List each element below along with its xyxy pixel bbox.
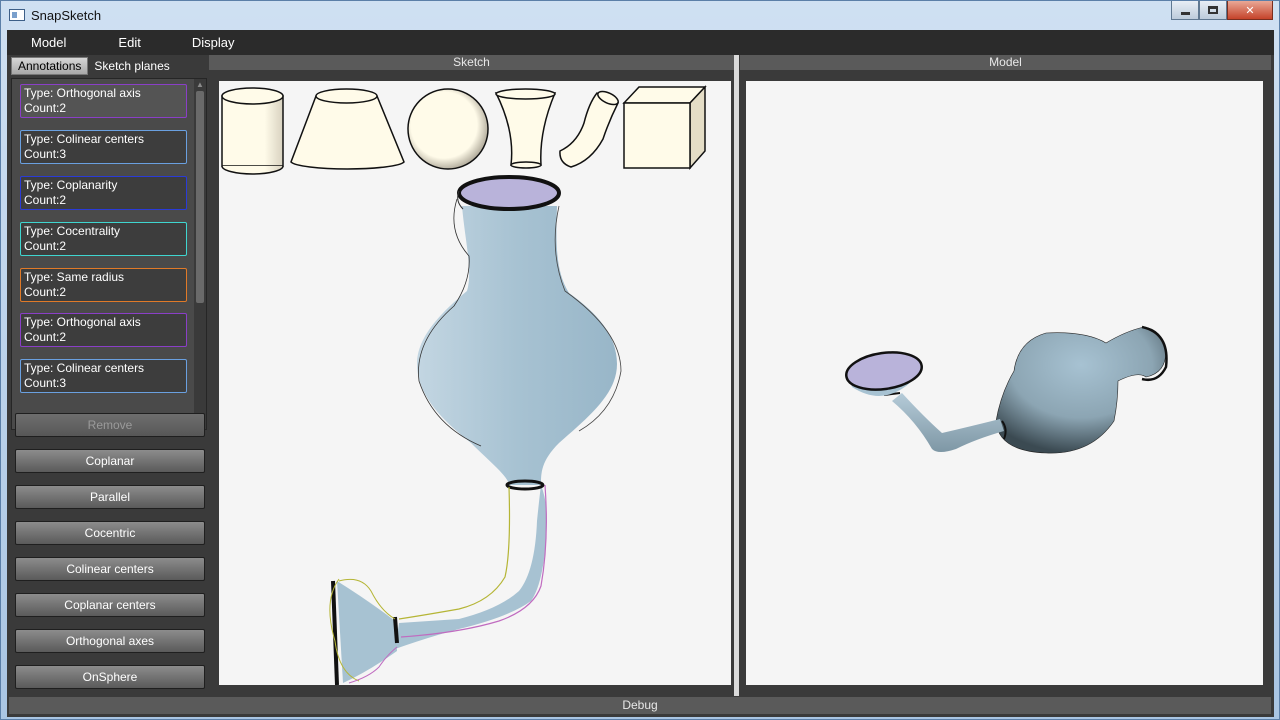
annotation-type: Type: Colinear centers — [24, 361, 145, 375]
annotation-count: Count:2 — [24, 330, 67, 344]
annotation-item[interactable]: Type: Colinear centers Count:3 — [20, 359, 187, 393]
model-shape[interactable] — [844, 325, 1168, 454]
annotation-item[interactable]: Type: Orthogonal axis Count:2 — [20, 313, 187, 347]
debug-bar[interactable]: Debug — [9, 697, 1271, 714]
app-window: SnapSketch ✕ Model Edit Display Annotati… — [0, 0, 1280, 720]
annotation-item[interactable]: Type: Coplanarity Count:2 — [20, 176, 187, 210]
annotation-count: Count:3 — [24, 147, 67, 161]
annotation-type: Type: Coplanarity — [24, 178, 118, 192]
annotation-count: Count:2 — [24, 285, 67, 299]
sketch-panel-header: Sketch — [209, 55, 734, 70]
model-panel-header: Model — [740, 55, 1271, 70]
annotation-item[interactable]: Type: Cocentrality Count:2 — [20, 222, 187, 256]
menu-edit[interactable]: Edit — [86, 35, 158, 50]
menu-model[interactable]: Model — [7, 35, 86, 50]
maximize-icon — [1208, 6, 1218, 14]
close-icon: ✕ — [1245, 4, 1255, 17]
sketch-svg — [221, 85, 707, 686]
annotation-item[interactable]: Type: Colinear centers Count:3 — [20, 130, 187, 164]
annotation-type: Type: Colinear centers — [24, 132, 145, 146]
cocentric-button[interactable]: Cocentric — [15, 521, 205, 545]
scroll-thumb[interactable] — [196, 91, 204, 303]
title-bar[interactable]: SnapSketch ✕ — [1, 1, 1279, 29]
window-title: SnapSketch — [31, 7, 102, 23]
scroll-up-icon[interactable]: ▲ — [194, 79, 206, 91]
bent-tube-icon[interactable] — [559, 89, 620, 168]
menu-bar: Model Edit Display — [7, 30, 1274, 55]
panel-divider[interactable] — [734, 55, 739, 696]
annotation-panel: Annotations Sketch planes Type: Orthogon… — [9, 55, 207, 695]
annotation-item[interactable]: Type: Orthogonal axis Count:2 — [20, 84, 187, 118]
orthogonal-axes-button[interactable]: Orthogonal axes — [15, 629, 205, 653]
client-area: Model Edit Display Annotations Sketch pl… — [7, 30, 1274, 717]
coplanar-centers-button[interactable]: Coplanar centers — [15, 593, 205, 617]
colinear-centers-button[interactable]: Colinear centers — [15, 557, 205, 581]
cylinder-icon[interactable] — [221, 87, 284, 175]
coplanar-button[interactable]: Coplanar — [15, 449, 205, 473]
model-viewport[interactable] — [746, 81, 1263, 685]
annotation-type: Type: Orthogonal axis — [24, 86, 141, 100]
sketch-canvas[interactable] — [219, 81, 731, 686]
annotation-type: Type: Cocentrality — [24, 224, 121, 238]
model-svg — [844, 325, 1168, 454]
sketch-shape[interactable] — [329, 175, 622, 686]
annotation-count: Count:2 — [24, 101, 67, 115]
hyperboloid-icon[interactable] — [494, 88, 557, 169]
minimize-icon — [1180, 11, 1190, 15]
onsphere-button[interactable]: OnSphere — [15, 665, 205, 689]
remove-button[interactable]: Remove — [15, 413, 205, 437]
panel-tabs: Annotations Sketch planes — [9, 55, 207, 75]
annotation-count: Count:2 — [24, 193, 67, 207]
annotation-type: Type: Orthogonal axis — [24, 315, 141, 329]
annotation-list[interactable]: Type: Orthogonal axis Count:2 Type: Coli… — [11, 78, 207, 430]
tab-annotations[interactable]: Annotations — [11, 57, 89, 75]
cube-icon[interactable] — [622, 85, 707, 170]
annotation-item[interactable]: Type: Same radius Count:2 — [20, 268, 187, 302]
app-icon — [9, 9, 25, 21]
maximize-button[interactable] — [1199, 1, 1227, 20]
window-controls: ✕ — [1171, 1, 1273, 20]
tab-sketch-planes[interactable]: Sketch planes — [88, 57, 175, 75]
menu-display[interactable]: Display — [159, 35, 255, 50]
annotation-scrollbar[interactable]: ▲ ▼ — [194, 79, 206, 429]
sphere-icon[interactable] — [407, 88, 489, 170]
annotation-type: Type: Same radius — [24, 270, 125, 284]
annotation-count: Count:2 — [24, 239, 67, 253]
parallel-button[interactable]: Parallel — [15, 485, 205, 509]
annotation-count: Count:3 — [24, 376, 67, 390]
close-button[interactable]: ✕ — [1227, 1, 1273, 20]
cone-icon[interactable] — [290, 88, 405, 170]
minimize-button[interactable] — [1171, 1, 1199, 20]
